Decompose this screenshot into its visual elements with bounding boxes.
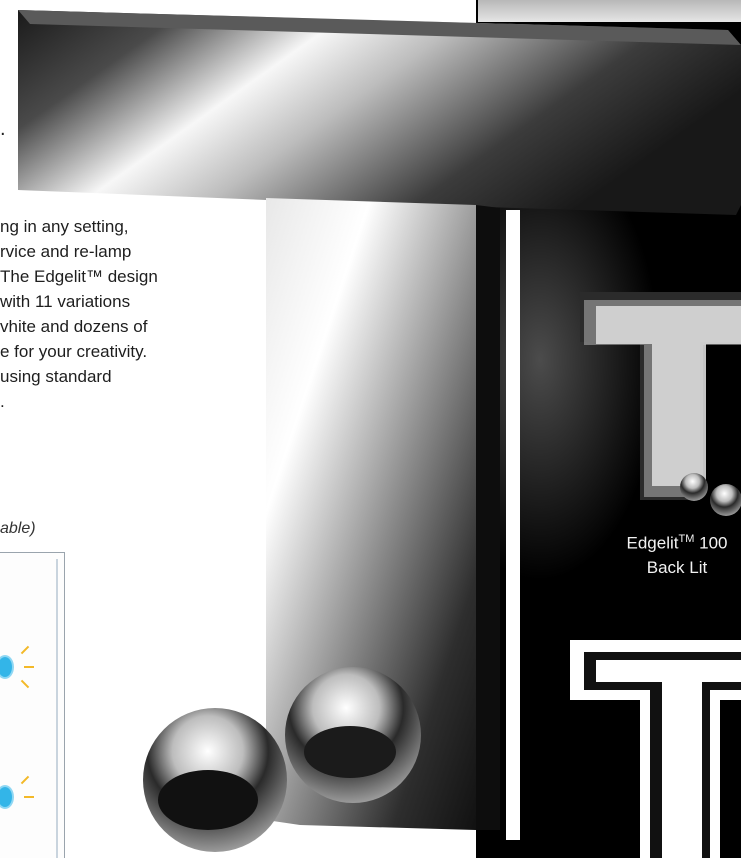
product-caption: EdgelitTM 100 Back Lit: [602, 527, 741, 580]
trademark-symbol: TM: [678, 533, 695, 545]
product-page: . ng in any setting, rvice and re-lamp T…: [0, 0, 741, 858]
caption-type: Back Lit: [646, 557, 708, 577]
caption-brand: Edgelit: [626, 533, 679, 553]
chrome-letter-t-image: [18, 10, 741, 858]
caption-model: 100: [699, 533, 728, 553]
